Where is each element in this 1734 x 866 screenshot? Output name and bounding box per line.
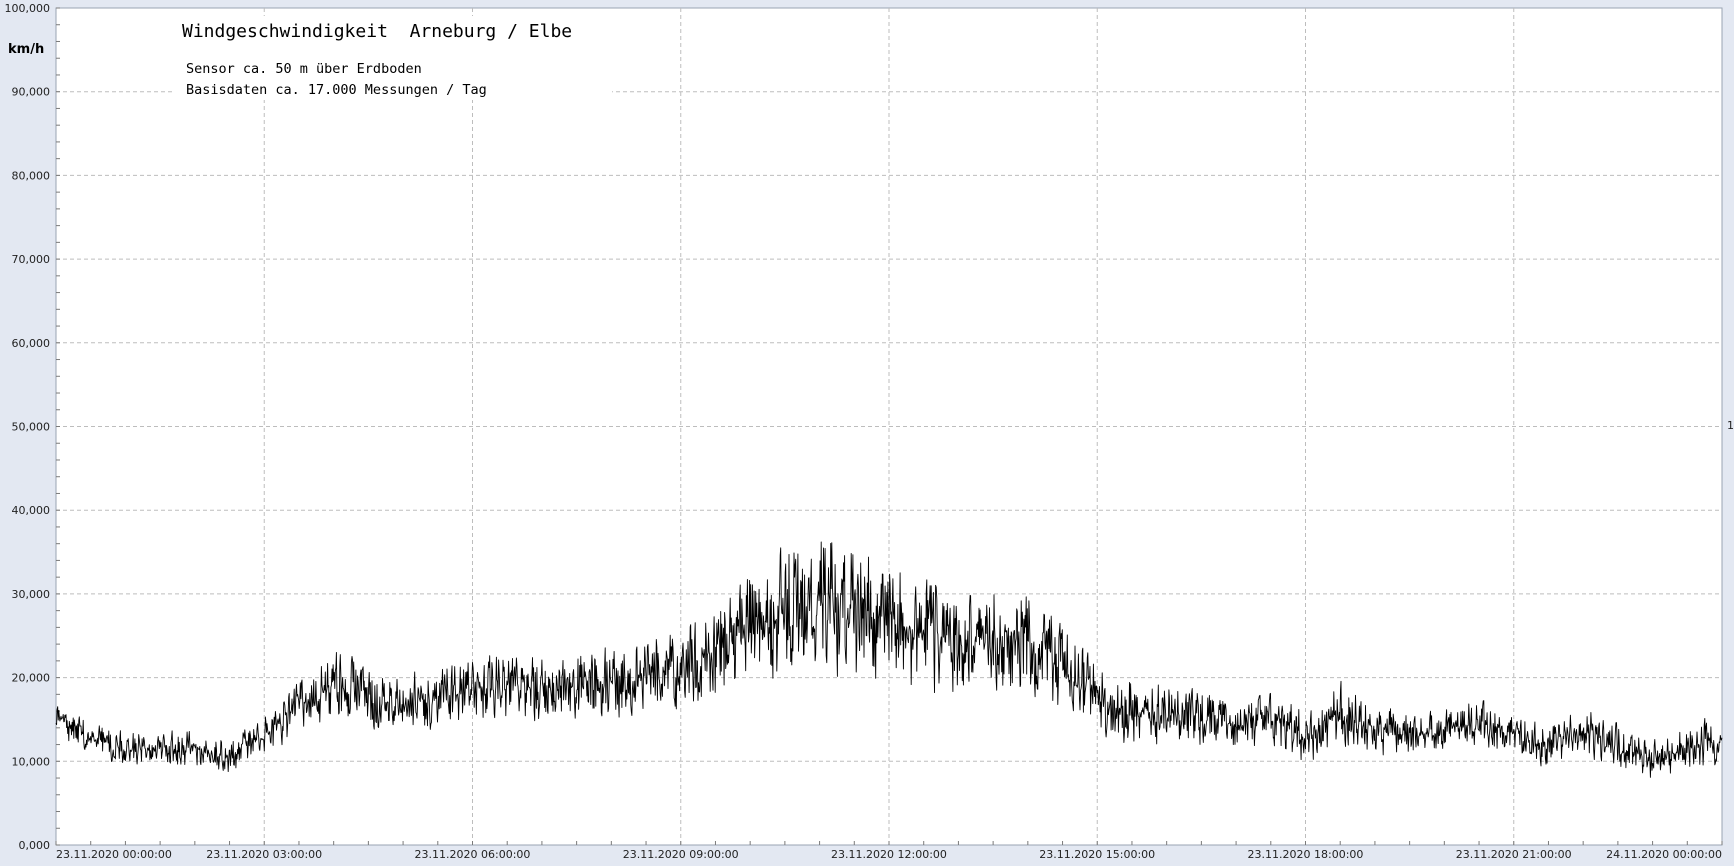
x-tick-label-3: 23.11.2020 09:00:00 (623, 848, 739, 861)
y-tick-label-1: 10,000 (12, 755, 51, 768)
right-edge-marker: 1 (1727, 419, 1734, 432)
y-tick-label-10: 100,000 (5, 2, 51, 15)
x-tick-label-7: 23.11.2020 21:00:00 (1456, 848, 1572, 861)
x-tick-label-0: 23.11.2020 00:00:00 (56, 848, 172, 861)
y-tick-label-3: 30,000 (12, 588, 51, 601)
chart-window: 0,000 10,000 20,000 30,000 40,000 50,000 60,00… (0, 0, 1734, 862)
y-tick-label-4: 40,000 (12, 504, 51, 517)
x-tick-label-6: 23.11.2020 18:00:00 (1248, 848, 1364, 861)
y-tick-label-7: 70,000 (12, 253, 51, 266)
chart-title: Windgeschwindigkeit Arneburg / Elbe (182, 21, 572, 42)
chart-subtitle-line-1: Sensor ca. 50 m über Erdboden (186, 61, 422, 77)
x-tick-label-2: 23.11.2020 06:00:00 (415, 848, 531, 861)
y-axis-unit-label: km/h (8, 42, 44, 57)
x-tick-label-4: 23.11.2020 12:00:00 (831, 848, 947, 861)
y-tick-label-6: 60,000 (12, 337, 51, 350)
x-tick-label-1: 23.11.2020 03:00:00 (206, 848, 322, 861)
y-tick-label-2: 20,000 (12, 672, 51, 685)
chart-subtitle-line-2: Basisdaten ca. 17.000 Messungen / Tag (186, 82, 487, 98)
y-tick-label-5: 50,000 (12, 421, 51, 434)
x-tick-label-5: 23.11.2020 15:00:00 (1039, 848, 1155, 861)
y-tick-label-0: 0,000 (19, 839, 51, 852)
wind-speed-chart: 0,000 10,000 20,000 30,000 40,000 50,000 60,00… (0, 0, 1734, 862)
y-tick-label-8: 80,000 (12, 169, 51, 182)
x-tick-label-8: 24.11.2020 00:00:00 (1606, 848, 1722, 861)
y-tick-label-9: 90,000 (12, 86, 51, 99)
